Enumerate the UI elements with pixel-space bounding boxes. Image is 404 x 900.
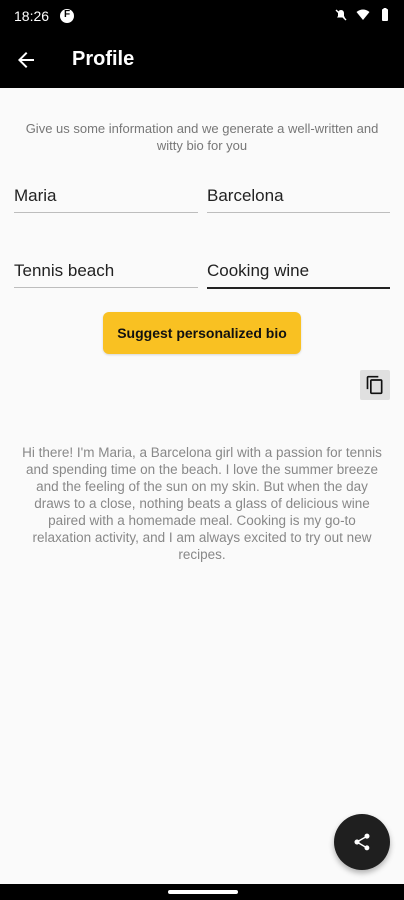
hobby-input[interactable] <box>14 261 198 281</box>
name-field[interactable] <box>14 186 198 213</box>
suggest-bio-button[interactable]: Suggest personalized bio <box>103 312 301 354</box>
copy-button[interactable] <box>360 370 390 400</box>
interest-input[interactable] <box>207 261 390 281</box>
share-icon <box>354 833 370 851</box>
notification-app-icon <box>60 9 74 23</box>
generated-bio: Hi there! I'm Maria, a Barcelona girl wi… <box>22 445 382 562</box>
share-button[interactable] <box>334 814 390 870</box>
status-time: 18:26 <box>14 8 50 24</box>
app-bar: Profile <box>0 32 404 88</box>
wifi-icon <box>356 9 370 20</box>
battery-icon <box>382 8 388 21</box>
intro-text: Give us some information and we generate… <box>25 121 379 153</box>
copy-icon <box>366 375 383 395</box>
status-bar: 18:26 <box>0 0 404 32</box>
interest-field[interactable] <box>207 261 390 289</box>
hobby-field[interactable] <box>14 261 198 288</box>
city-field[interactable] <box>207 186 390 213</box>
page-title: Profile <box>72 48 135 70</box>
system-icons <box>334 8 392 22</box>
home-handle[interactable] <box>168 890 238 894</box>
city-input[interactable] <box>207 186 390 206</box>
arrow-back-icon[interactable] <box>14 48 38 72</box>
name-input[interactable] <box>14 186 198 206</box>
navigation-bar <box>0 884 404 900</box>
mute-icon <box>335 9 347 21</box>
